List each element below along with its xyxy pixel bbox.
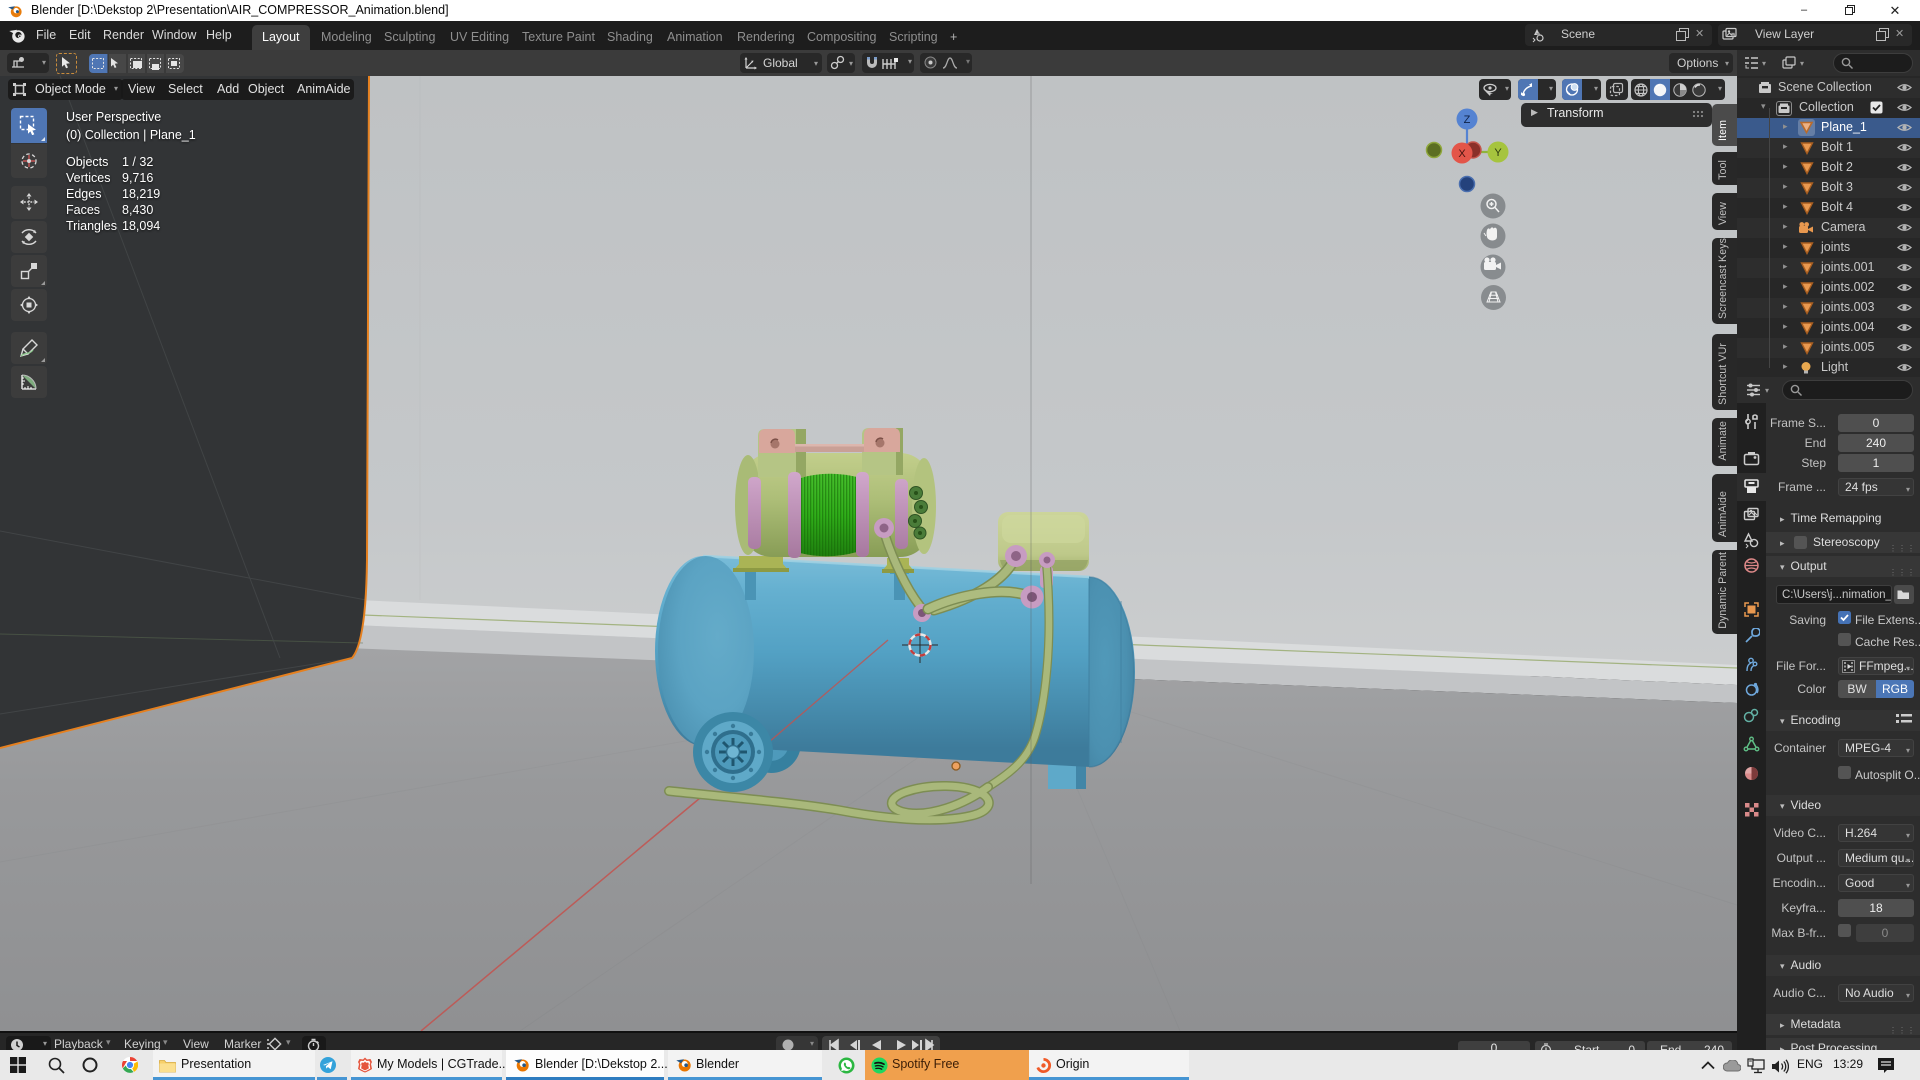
- svg-text:Z: Z: [1464, 114, 1471, 126]
- svg-text:Y: Y: [1494, 147, 1502, 159]
- svg-text:X: X: [1458, 148, 1466, 160]
